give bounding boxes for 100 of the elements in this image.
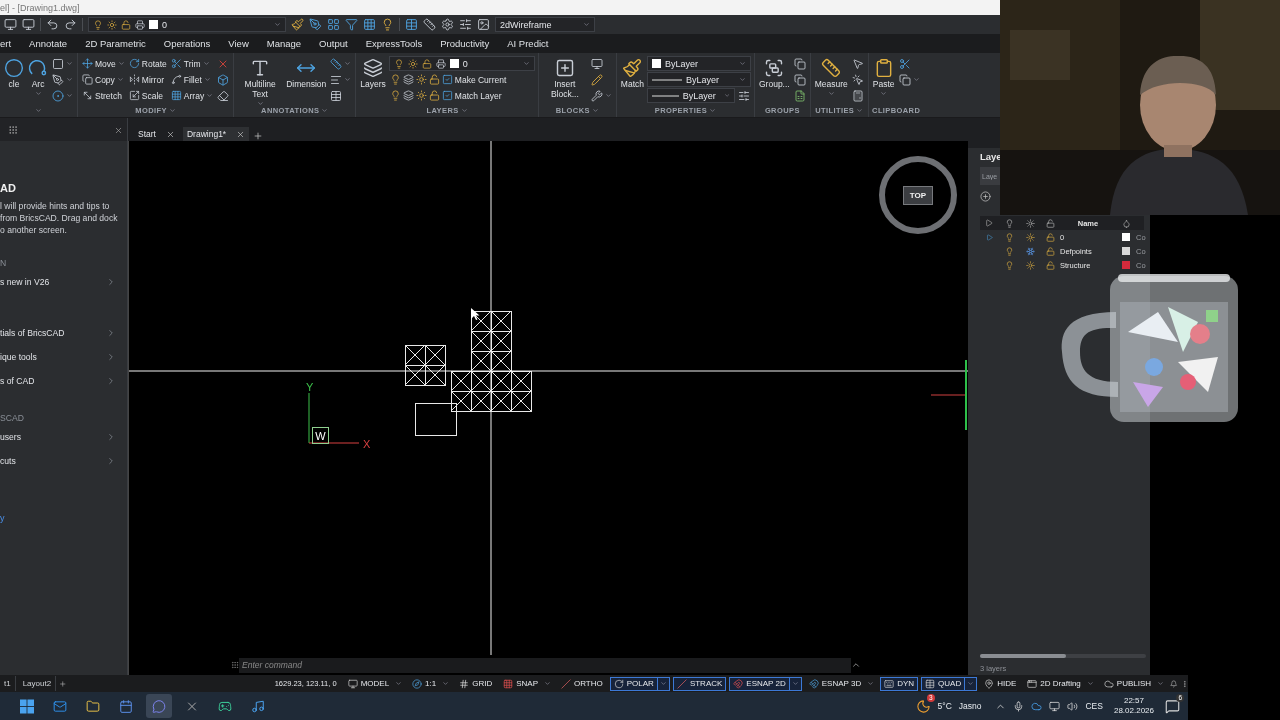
icon-button[interactable] <box>792 56 807 71</box>
status-toggle[interactable]: DYN <box>880 676 919 691</box>
lock-icon[interactable] <box>1045 232 1055 242</box>
ribbon-button[interactable]: cle <box>3 56 25 89</box>
status-toggle[interactable]: 1:1 <box>408 676 453 691</box>
filter-icon[interactable] <box>345 18 358 31</box>
visual-style-dropdown[interactable]: 2dWireframe <box>495 17 595 32</box>
document-tab[interactable]: Start <box>134 127 179 141</box>
help-link-item[interactable]: s of CAD <box>0 369 116 393</box>
ribbon-button[interactable]: Arc <box>27 56 49 97</box>
help-link-item[interactable]: ique tools <box>0 345 116 369</box>
ribbon-button[interactable]: Dimension <box>285 56 328 89</box>
icon-button[interactable] <box>216 88 231 103</box>
ribbon-tab[interactable]: ExpressTools <box>356 34 432 53</box>
icon-button[interactable] <box>329 56 353 71</box>
grid-icon[interactable] <box>327 18 340 31</box>
close-icon[interactable] <box>165 129 175 139</box>
layer-dropdown[interactable]: 0 <box>88 17 286 32</box>
ribbon-tab[interactable]: ert <box>0 34 21 53</box>
icon-button[interactable] <box>51 72 74 87</box>
speaker-icon[interactable] <box>1067 700 1079 712</box>
status-toggle[interactable]: POLAR <box>609 676 670 691</box>
ribbon-button[interactable]: Group... <box>758 56 791 89</box>
settings-icon[interactable] <box>441 18 454 31</box>
color-swatch[interactable] <box>1122 233 1130 241</box>
status-toggle[interactable]: PUBLISH <box>1099 676 1168 691</box>
status-toggle[interactable]: MODEL <box>343 676 406 691</box>
command-field[interactable]: Enter command <box>239 657 851 673</box>
ribbon-button[interactable]: Layers <box>359 56 387 89</box>
pen-icon[interactable] <box>309 18 322 31</box>
moon-icon[interactable] <box>915 698 931 714</box>
property-dropdown[interactable]: ByLayer <box>647 56 751 71</box>
ribbon-button[interactable]: Paste <box>871 56 896 97</box>
ribbon-button[interactable]: Move <box>81 56 126 71</box>
chevron-up-icon[interactable] <box>851 660 861 670</box>
scrollbar[interactable] <box>980 654 1146 658</box>
help-link[interactable]: y <box>0 513 127 523</box>
redo-icon[interactable] <box>64 18 77 31</box>
ribbon-button[interactable]: Multiline Text <box>237 56 284 107</box>
icon-button[interactable] <box>589 88 613 103</box>
ribbon-button[interactable]: Make Current <box>388 72 535 87</box>
lightbulb-icon[interactable] <box>1004 246 1014 256</box>
lightbulb-icon[interactable] <box>1004 232 1014 242</box>
ribbon-button[interactable]: Array <box>169 88 215 103</box>
ribbon-button[interactable]: Match <box>619 56 645 89</box>
ribbon-tab[interactable]: Productivity <box>431 34 499 53</box>
ribbon-tab[interactable]: Annotate <box>20 34 77 53</box>
status-toggle[interactable]: ESNAP 2D <box>729 676 802 691</box>
sliders-icon[interactable] <box>459 18 472 31</box>
icon-button[interactable] <box>792 72 807 87</box>
icon-button[interactable] <box>850 56 865 71</box>
ribbon-tab[interactable]: 2D Parametric <box>76 34 155 53</box>
ribbon-button[interactable]: Rotate <box>127 56 168 71</box>
status-toggle[interactable]: HIDE <box>980 676 1021 691</box>
network-icon[interactable] <box>1049 700 1061 712</box>
layout-tab[interactable]: t1 <box>0 676 16 691</box>
icon-button[interactable] <box>51 56 74 71</box>
color-swatch[interactable] <box>1122 261 1130 269</box>
ribbon-button[interactable]: Trim <box>169 56 215 71</box>
close-icon[interactable] <box>114 126 123 135</box>
image-icon[interactable] <box>477 18 490 31</box>
icon-button[interactable] <box>850 72 865 87</box>
ribbon-button[interactable]: Insert Block... <box>541 56 588 99</box>
help-link-item[interactable]: cuts <box>0 449 116 473</box>
ribbon-button[interactable]: Match Layer <box>388 88 535 103</box>
icon-button[interactable] <box>850 88 865 103</box>
ribbon-button[interactable]: Measure <box>813 56 849 97</box>
ruler-icon[interactable] <box>423 18 436 31</box>
table-icon[interactable] <box>405 18 418 31</box>
ribbon-tab[interactable]: Output <box>310 34 357 53</box>
help-link-item[interactable]: users <box>0 425 116 449</box>
plus-icon[interactable] <box>59 678 67 689</box>
language-indicator[interactable]: CES <box>1085 701 1103 711</box>
ribbon-tab[interactable]: Manage <box>257 34 311 53</box>
icon-button[interactable] <box>897 72 921 87</box>
close-icon[interactable] <box>236 129 246 139</box>
help-link-item[interactable]: s new in V26 <box>0 270 116 294</box>
layout-tab[interactable]: Layout2 <box>18 676 57 691</box>
icon-button[interactable] <box>792 88 807 103</box>
status-toggle[interactable]: STRACK <box>672 676 727 691</box>
status-toggle[interactable]: ESNAP 3D <box>804 676 878 691</box>
lock-icon[interactable] <box>1045 260 1055 270</box>
snowflake-icon[interactable] <box>1025 246 1035 256</box>
add-icon[interactable] <box>980 191 991 202</box>
help-link-item[interactable]: tials of BricsCAD <box>0 321 116 345</box>
notification-icon[interactable] <box>1165 698 1180 714</box>
ribbon-tab[interactable]: AI Predict <box>498 34 558 53</box>
bell-icon[interactable] <box>1170 678 1178 689</box>
status-toggle[interactable]: GRID <box>455 676 497 691</box>
view-cube-face[interactable]: TOP <box>902 185 934 205</box>
property-dropdown[interactable]: ByLayer <box>647 72 751 87</box>
color-swatch[interactable] <box>1122 247 1130 255</box>
document-tab[interactable]: Drawing1* <box>182 127 250 141</box>
ribbon-button[interactable]: Copy <box>81 72 126 87</box>
ribbon-tab[interactable]: View <box>219 34 258 53</box>
layer-dropdown[interactable]: 0 <box>388 56 535 71</box>
microphone-icon[interactable] <box>1013 700 1025 712</box>
sliders-icon[interactable] <box>738 89 750 102</box>
paintbrush-icon[interactable] <box>291 18 304 31</box>
ribbon-button[interactable]: Scale <box>127 88 168 103</box>
